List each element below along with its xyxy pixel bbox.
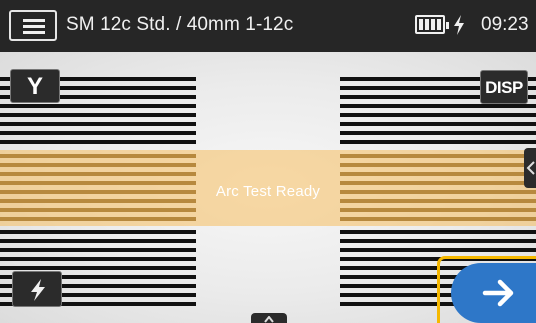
y-view-button[interactable]: Y [10,69,60,103]
arrow-right-icon [482,279,514,307]
next-button[interactable] [451,263,536,323]
disp-button[interactable]: DISP [480,70,528,104]
fiber-line [340,131,536,135]
fiber-line [340,239,536,243]
chevron-left-icon [526,161,535,175]
side-panel-tab[interactable] [524,148,536,188]
hamburger-menu-icon [23,19,45,22]
menu-button[interactable] [9,10,57,41]
splice-program-title[interactable]: SM 12c Std. / 40mm 1-12c [66,14,293,36]
fiber-line [340,104,536,108]
fiber-line [0,113,196,117]
fiber-line [340,248,536,252]
lightning-bolt-icon [31,279,45,301]
fiber-line [0,239,196,243]
fiber-line [340,122,536,126]
arc-button[interactable] [12,271,62,307]
fiber-line [340,230,536,234]
fiber-line [0,104,196,108]
fiber-line [0,230,196,234]
battery-full-icon [415,15,449,34]
fiber-line [0,122,196,126]
clock: 09:23 [481,14,529,35]
fiber-line [0,266,196,270]
fiber-line [340,140,536,144]
fiber-line [0,131,196,135]
fiber-line [0,257,196,261]
fiber-line [0,248,196,252]
bottom-panel-tab[interactable] [251,313,287,323]
lightning-charge-icon [454,15,464,35]
fiber-line [340,113,536,117]
status-bar: SM 12c Std. / 40mm 1-12c 09:23 [0,0,536,52]
chevron-up-icon [264,316,274,323]
arc-test-status: Arc Test Ready [215,183,321,200]
fiber-line [0,140,196,144]
